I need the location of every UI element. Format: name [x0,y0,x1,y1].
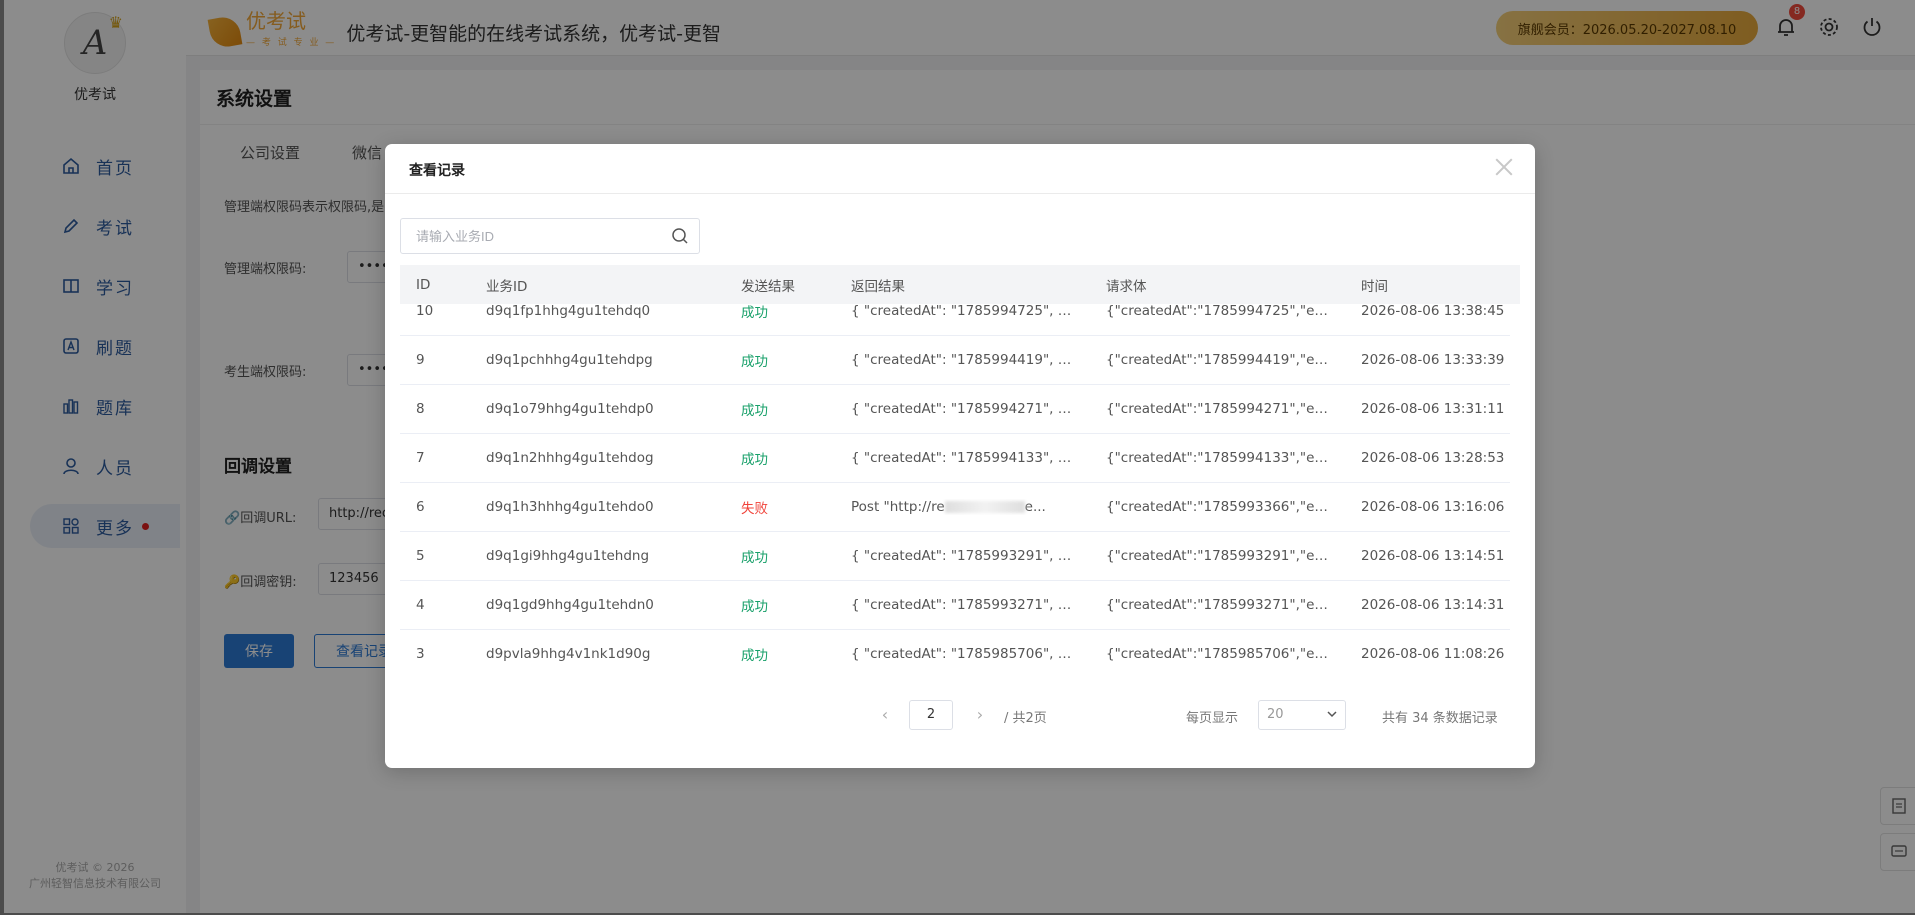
cell-send-result: 成功 [741,354,768,370]
cell-request-body: {"createdAt":"1785985706","eid":"... [1106,646,1345,662]
table-header: ID 业务ID 发送结果 返回结果 请求体 时间 [400,265,1520,304]
cell-response: { "createdAt": "1785994725", "eid"... [851,303,1090,319]
cell-business-id: d9q1gi9hhg4gu1tehdng [486,548,650,564]
cell-request-body: {"createdAt":"1785994419","eid":"... [1106,352,1345,368]
cell-response: Post "http://re e... [835,499,1090,515]
page-size-select[interactable]: 20 [1258,700,1346,730]
cell-send-result: 成功 [741,452,768,468]
cell-time: 2026-08-06 13:31:11 [1361,401,1505,417]
cell-request-body: {"createdAt":"1785993366","eid":"... [1106,499,1345,515]
cell-send-result: 成功 [741,305,768,321]
prev-page-icon[interactable]: ‹ [875,704,895,724]
cell-id: 9 [416,352,425,368]
cell-send-result: 成功 [741,403,768,419]
page-size-value: 20 [1267,707,1284,722]
search-input[interactable] [401,219,661,253]
page-number-input[interactable]: 2 [909,700,953,730]
table-body: 10 d9q1fp1hhg4gu1tehdq0 成功 { "createdAt"… [400,287,1510,673]
cell-request-body: {"createdAt":"1785994271","eid":"... [1106,401,1345,417]
next-page-icon[interactable]: › [970,704,990,724]
cell-id: 6 [416,499,425,515]
cell-response: { "createdAt": "1785993271", "eid"... [851,597,1090,613]
col-response: 返回结果 [851,278,905,295]
records-dialog: 查看记录 ID 业务ID 发送结果 返回结果 请求体 时间 10 d9q1fp1… [385,144,1535,768]
search-icon[interactable] [671,227,689,245]
col-business-id: 业务ID [486,278,528,295]
response-text: Post "http://re [851,499,945,515]
cell-time: 2026-08-06 13:14:51 [1361,548,1505,564]
cell-business-id: d9q1pchhhg4gu1tehdpg [486,352,653,368]
total-records-label: 共有 34 条数据记录 [1382,711,1498,726]
cell-send-result: 成功 [741,648,768,664]
cell-response: { "createdAt": "1785985706", "eid"... [851,646,1090,662]
redacted-text [944,501,1025,513]
cell-send-result: 成功 [741,550,768,566]
cell-request-body: {"createdAt":"1785993291","eid":"... [1106,548,1345,564]
cell-time: 2026-08-06 11:08:26 [1361,646,1505,662]
cell-time: 2026-08-06 13:16:06 [1361,499,1505,515]
cell-time: 2026-08-06 13:33:39 [1361,352,1505,368]
table-row[interactable]: 5 d9q1gi9hhg4gu1tehdng 成功 { "createdAt":… [400,532,1510,581]
dialog-title: 查看记录 [409,163,465,179]
close-icon[interactable] [1491,154,1517,180]
dialog-header: 查看记录 [385,144,1535,194]
cell-id: 7 [416,450,425,466]
cell-id: 4 [416,597,425,613]
cell-send-result: 失败 [741,501,768,517]
cell-business-id: d9pvla9hhg4v1nk1d90g [486,646,651,662]
col-time: 时间 [1361,278,1388,295]
page-size-label: 每页显示 [1186,711,1239,726]
cell-time: 2026-08-06 13:14:31 [1361,597,1505,613]
cell-response: { "createdAt": "1785994419", "eid"... [851,352,1090,368]
cell-request-body: {"createdAt":"1785994725","eid":"... [1106,303,1345,319]
records-table: ID 业务ID 发送结果 返回结果 请求体 时间 10 d9q1fp1hhg4g… [400,265,1520,673]
table-row[interactable]: 4 d9q1gd9hhg4gu1tehdn0 成功 { "createdAt":… [400,581,1510,630]
cell-business-id: d9q1gd9hhg4gu1tehdn0 [486,597,654,613]
table-row[interactable]: 3 d9pvla9hhg4v1nk1d90g 成功 { "createdAt":… [400,630,1510,673]
cell-id: 10 [416,303,434,319]
cell-id: 5 [416,548,425,564]
total-pages-label: / 共2页 [1004,711,1047,726]
cell-time: 2026-08-06 13:38:45 [1361,303,1505,319]
table-row[interactable]: 9 d9q1pchhhg4gu1tehdpg 成功 { "createdAt":… [400,336,1510,385]
cell-response: { "createdAt": "1785993291", "eid"... [851,548,1090,564]
chevron-down-icon [1327,711,1337,718]
cell-response: { "createdAt": "1785994133", "eid"... [851,450,1090,466]
response-text-tail: e... [1024,499,1046,515]
cell-business-id: d9q1o79hhg4gu1tehdp0 [486,401,654,417]
cell-business-id: d9q1fp1hhg4gu1tehdq0 [486,303,651,319]
cell-response: { "createdAt": "1785994271", "eid"... [851,401,1090,417]
cell-id: 8 [416,401,425,417]
cell-request-body: {"createdAt":"1785993271","eid":"... [1106,597,1345,613]
search-box [400,218,700,254]
cell-request-body: {"createdAt":"1785994133","eid":"... [1106,450,1345,466]
col-request-body: 请求体 [1106,278,1147,295]
table-row[interactable]: 8 d9q1o79hhg4gu1tehdp0 成功 { "createdAt":… [400,385,1510,434]
table-row[interactable]: 6 d9q1h3hhhg4gu1tehdo0 失败 Post "http://r… [400,483,1510,532]
cell-send-result: 成功 [741,599,768,615]
cell-id: 3 [416,646,425,662]
col-id: ID [416,276,431,293]
pagination: ‹ 2 › / 共2页 每页显示 20 共有 34 条数据记录 [385,699,1535,731]
table-row[interactable]: 7 d9q1n2hhhg4gu1tehdog 成功 { "createdAt":… [400,434,1510,483]
cell-time: 2026-08-06 13:28:53 [1361,450,1505,466]
cell-business-id: d9q1h3hhhg4gu1tehdo0 [486,499,654,515]
col-send-result: 发送结果 [741,278,795,295]
cell-business-id: d9q1n2hhhg4gu1tehdog [486,450,654,466]
